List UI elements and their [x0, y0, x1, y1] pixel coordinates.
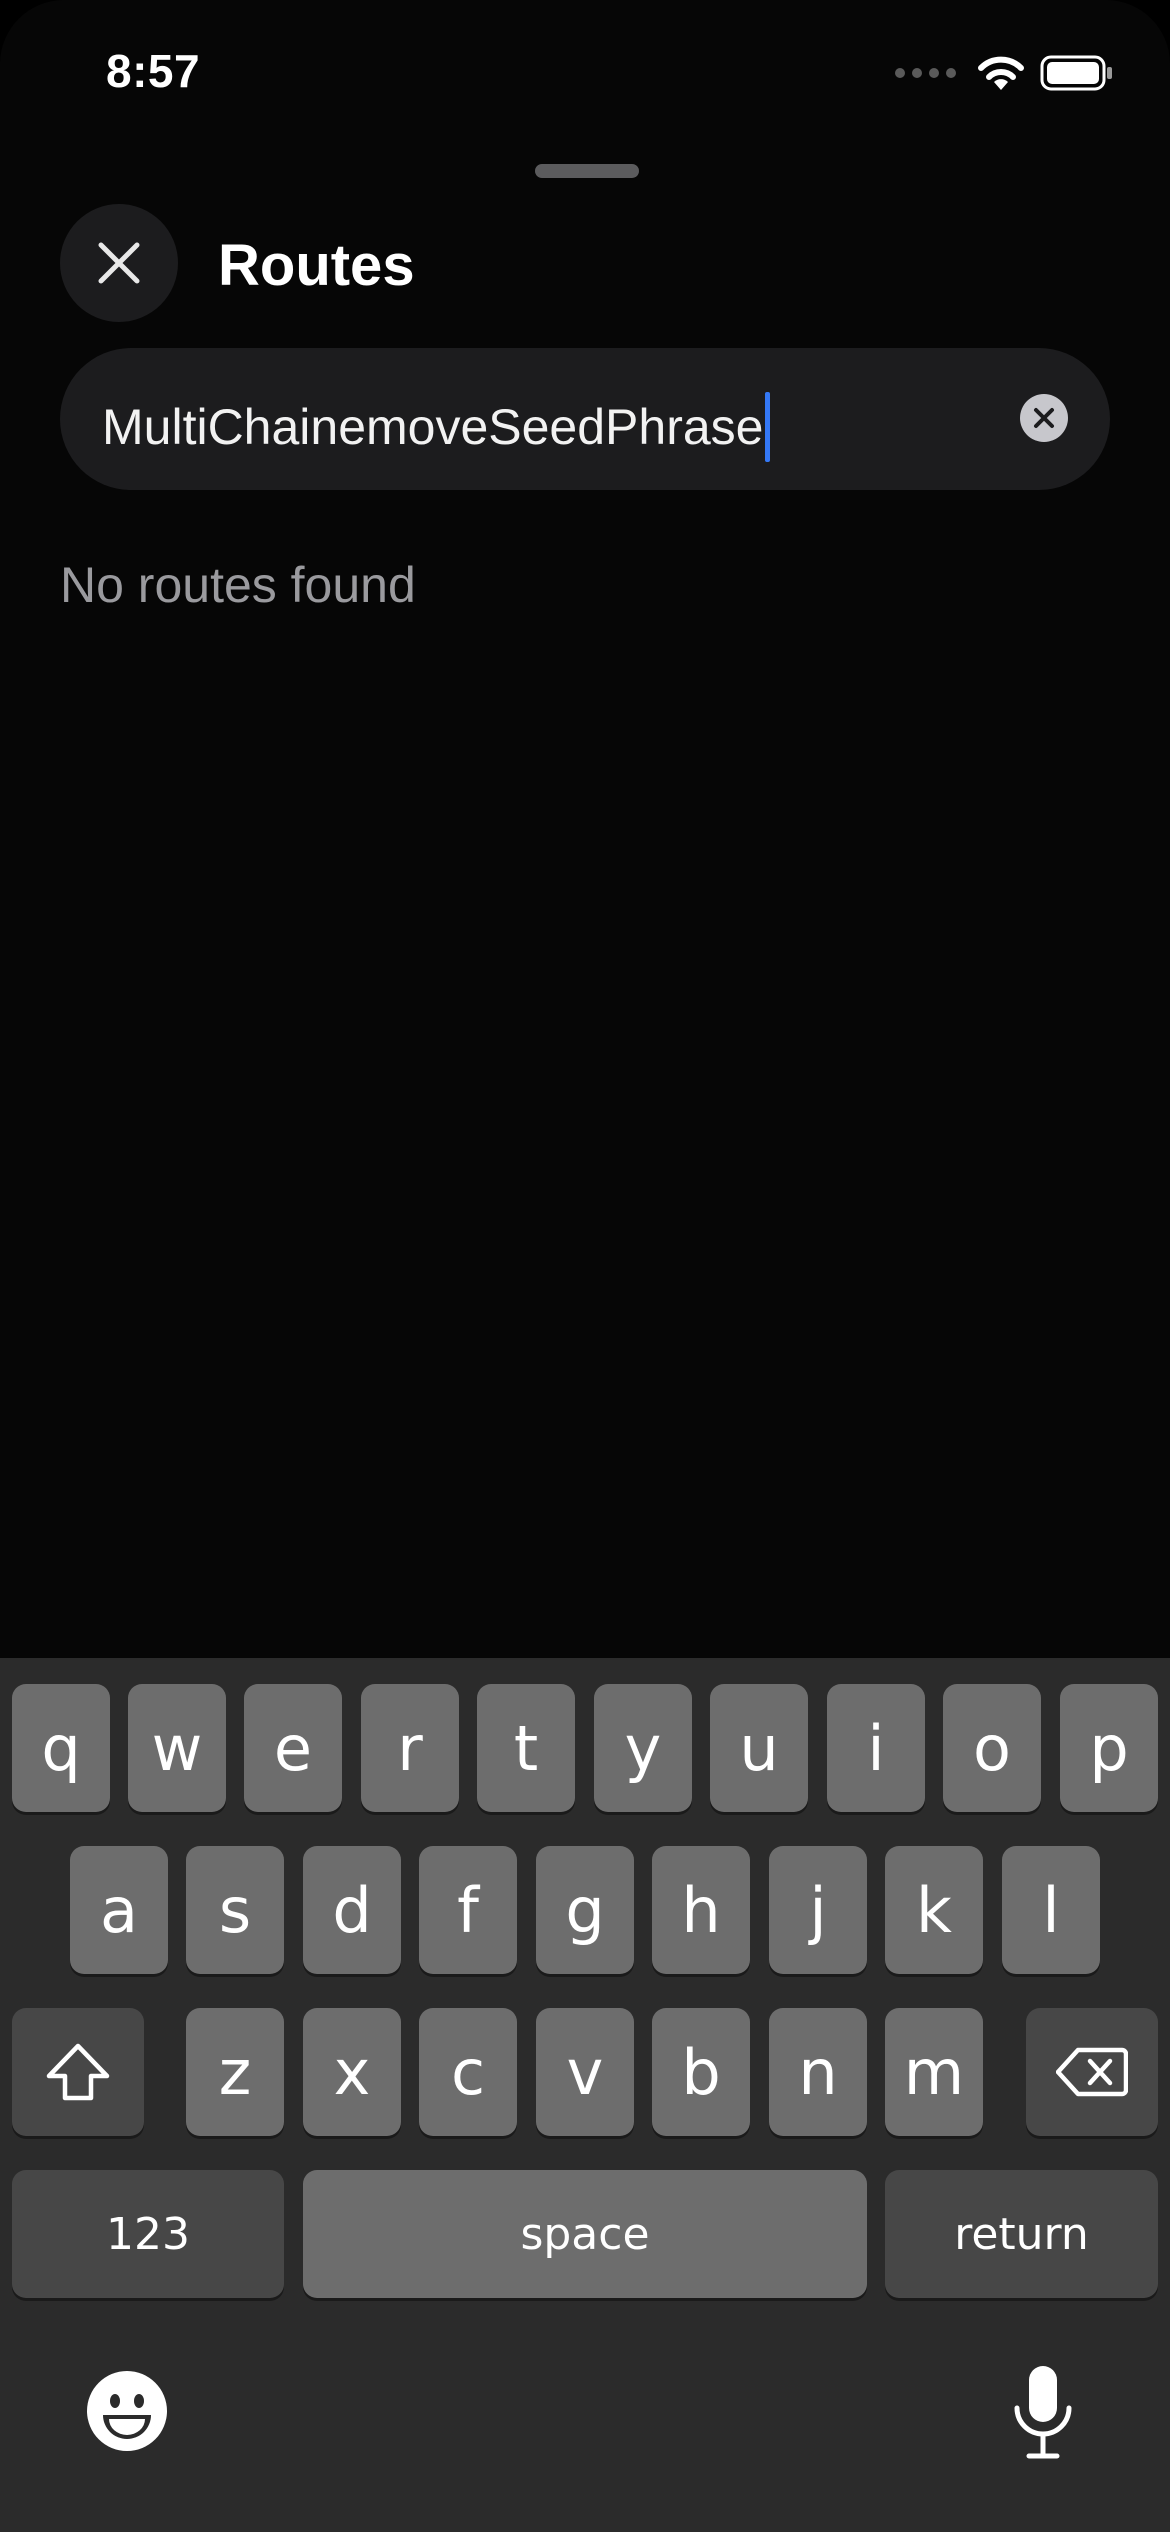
key-a[interactable]: a	[70, 1846, 168, 1974]
key-z[interactable]: z	[186, 2008, 284, 2136]
key-q[interactable]: q	[12, 1684, 110, 1812]
page-title: Routes	[218, 233, 415, 298]
emoji-button[interactable]	[84, 2368, 170, 2454]
search-query-text: MultiChainemoveSeedPhrase	[102, 399, 764, 455]
backspace-icon	[1056, 2047, 1128, 2097]
close-icon	[98, 242, 140, 284]
key-c[interactable]: c	[419, 2008, 517, 2136]
key-b[interactable]: b	[652, 2008, 750, 2136]
key-e[interactable]: e	[244, 1684, 342, 1812]
key-g[interactable]: g	[536, 1846, 634, 1974]
key-h[interactable]: h	[652, 1846, 750, 1974]
key-w[interactable]: w	[128, 1684, 226, 1812]
text-caret	[765, 392, 771, 462]
search-input[interactable]: MultiChainemoveSeedPhrase	[60, 348, 1110, 490]
battery-icon	[1040, 55, 1112, 91]
key-n[interactable]: n	[769, 2008, 867, 2136]
key-f[interactable]: f	[419, 1846, 517, 1974]
key-k[interactable]: k	[885, 1846, 983, 1974]
key-m[interactable]: m	[885, 2008, 983, 2136]
key-i[interactable]: i	[827, 1684, 925, 1812]
key-t[interactable]: t	[477, 1684, 575, 1812]
status-icons	[895, 54, 1114, 92]
status-time: 8:57	[106, 45, 201, 97]
key-u[interactable]: u	[710, 1684, 808, 1812]
cellular-signal-icon	[895, 68, 956, 78]
shift-icon	[46, 2043, 110, 2101]
space-key[interactable]: space	[303, 2170, 867, 2298]
search-input-value: MultiChainemoveSeedPhrase	[102, 392, 771, 462]
key-r[interactable]: r	[361, 1684, 459, 1812]
backspace-key[interactable]	[1026, 2008, 1158, 2136]
key-j[interactable]: j	[769, 1846, 867, 1974]
key-o[interactable]: o	[943, 1684, 1041, 1812]
key-l[interactable]: l	[1002, 1846, 1100, 1974]
app-screen: 8:57 Routes MultiChainemoveSeedPhrase No…	[0, 0, 1170, 2532]
numbers-key[interactable]: 123	[12, 2170, 284, 2298]
sheet-grabber[interactable]	[535, 164, 639, 178]
empty-results-message: No routes found	[60, 557, 416, 613]
key-y[interactable]: y	[594, 1684, 692, 1812]
close-button[interactable]	[60, 204, 178, 322]
key-d[interactable]: d	[303, 1846, 401, 1974]
clear-search-button[interactable]	[1020, 394, 1068, 442]
clear-icon	[1034, 408, 1054, 428]
emoji-icon	[87, 2371, 167, 2451]
onscreen-keyboard: q w e r t y u i o p a s d f g h j k l z …	[0, 1658, 1170, 2532]
wifi-icon	[978, 56, 1024, 90]
key-p[interactable]: p	[1060, 1684, 1158, 1812]
shift-key[interactable]	[12, 2008, 144, 2136]
key-v[interactable]: v	[536, 2008, 634, 2136]
return-key[interactable]: return	[885, 2170, 1158, 2298]
microphone-icon	[1014, 2366, 1072, 2459]
dictation-button[interactable]	[1000, 2362, 1086, 2462]
key-s[interactable]: s	[186, 1846, 284, 1974]
key-x[interactable]: x	[303, 2008, 401, 2136]
